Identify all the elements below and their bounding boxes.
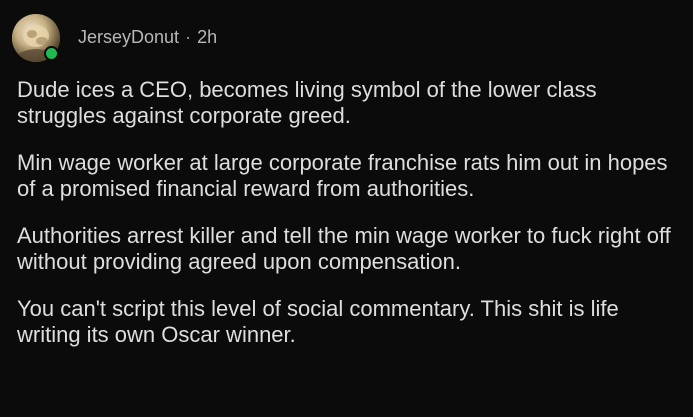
post-header: JerseyDonut · 2h bbox=[12, 14, 217, 62]
online-status-icon bbox=[44, 46, 59, 61]
username-link[interactable]: JerseyDonut bbox=[78, 27, 179, 47]
post-paragraph: Dude ices a CEO, becomes living symbol o… bbox=[17, 77, 597, 128]
post-paragraph: Min wage worker at large corporate franc… bbox=[17, 150, 668, 201]
meta-separator: · bbox=[185, 26, 192, 47]
post-timestamp: 2h bbox=[197, 26, 218, 47]
avatar-container[interactable] bbox=[12, 14, 60, 62]
post-paragraph: You can't script this level of social co… bbox=[17, 296, 619, 347]
post-paragraph: Authorities arrest killer and tell the m… bbox=[17, 223, 671, 274]
post-body: Dude ices a CEO, becomes living symbol o… bbox=[17, 77, 677, 369]
post-meta: JerseyDonut · 2h bbox=[78, 27, 217, 48]
post-card: JerseyDonut · 2h Dude ices a CEO, becomes … bbox=[0, 0, 693, 417]
